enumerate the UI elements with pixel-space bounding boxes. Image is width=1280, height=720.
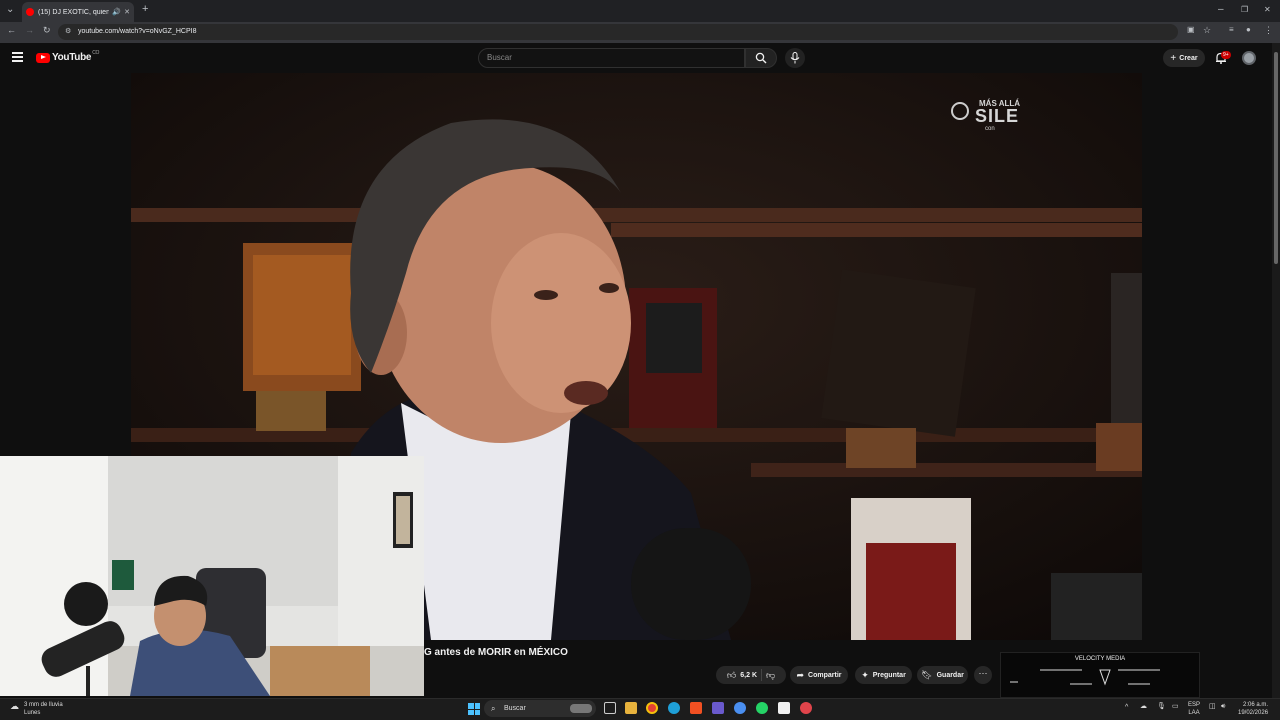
site-info-icon[interactable]: ⚙ [65,24,71,40]
like-divider [761,669,762,681]
search-placeholder: Buscar [487,53,512,62]
new-tab-icon[interactable]: + [142,3,148,15]
windows-start-icon[interactable] [468,703,480,715]
weather-text: 3 mm de lluvia [24,702,63,708]
like-dislike-group: 👍︎ 6,2 K 👎︎ [716,666,786,684]
media-controls-icon[interactable]: ≡ [1229,25,1234,34]
save-label: Guardar [936,671,964,679]
youtube-play-icon [36,52,50,63]
language-indicator[interactable]: ESP LAA [1188,701,1200,717]
back-icon[interactable]: ← [7,25,16,35]
tab-close-icon[interactable]: ✕ [124,8,130,16]
maximize-icon[interactable]: ❐ [1241,5,1248,14]
share-arrow-icon: ➦ [796,669,805,680]
search-button[interactable] [745,48,777,68]
browser-tab[interactable]: (15) DJ EXOTIC, quien está 🔊 ✕ [22,2,134,22]
notes-app-icon[interactable] [778,702,790,714]
keyboard-layout: LAA [1188,710,1200,716]
windows-taskbar [0,698,1280,720]
save-button[interactable]: 🔖︎ Guardar [917,666,968,684]
taskbar-search-icon: ⌕ [491,704,496,713]
search-icon [755,52,767,64]
tab-search-icon[interactable]: ⌄ [6,4,14,15]
clock-time: 2:06 a.m. [1243,702,1269,708]
bookmark-star-icon[interactable]: ☆ [1203,25,1211,36]
video-title: G antes de MORIR en MÉXICO [424,647,568,658]
browser-menu-icon[interactable]: ⋮ [1264,25,1273,36]
youtube-logo[interactable]: YouTube CO [36,49,100,63]
voice-search-button[interactable] [785,48,805,68]
minimize-icon[interactable]: – [1218,4,1224,15]
velocity-media-overlay: VELOCITY MEDIA [1000,652,1208,698]
like-button[interactable]: 👍︎ 6,2 K [727,670,757,681]
like-count: 6,2 K [740,671,757,679]
webcam-overlay [0,456,424,696]
podcast-mic-emblem-icon [951,102,969,120]
share-button[interactable]: ➦ Compartir [790,666,848,684]
sparkle-icon: ✦ [861,669,869,680]
thumbs-up-icon: 👍︎ [726,669,737,680]
task-view-icon[interactable] [604,702,616,714]
dislike-button[interactable]: 👎︎ [766,670,775,681]
tray-network-icon[interactable]: ☁ [1140,703,1147,711]
ask-button[interactable]: ✦ Preguntar [855,666,912,684]
more-actions-icon[interactable]: ··· [974,666,992,684]
microphone-icon [790,52,800,64]
logo-text: YouTube [52,52,92,63]
webcam-frame [0,456,424,696]
recording-app-icon[interactable] [800,702,812,714]
edge-icon[interactable] [668,702,680,714]
thumbs-down-icon: 👎︎ [766,669,776,680]
store-icon[interactable] [690,702,702,714]
wifi-icon[interactable]: ◫ [1209,703,1216,711]
account-avatar[interactable] [1242,51,1256,65]
create-button[interactable]: + Crear [1163,49,1205,67]
search-highlight-image [570,704,592,713]
browser-tab-bar [0,0,1280,22]
whatsapp-icon[interactable] [756,702,768,714]
search-input[interactable]: Buscar [478,48,745,68]
extension-icon[interactable]: ● [1246,25,1251,34]
url-field[interactable]: ⚙ youtube.com/watch?v=oNvGZ_HCPI8 [58,24,1178,40]
weather-widget[interactable]: ☁ 3 mm de lluvia Lunes [8,701,63,717]
tab-title: (15) DJ EXOTIC, quien está [38,8,110,16]
forward-icon[interactable]: → [25,25,34,35]
ask-label: Preguntar [872,671,906,679]
share-label: Compartir [808,671,842,679]
notification-badge: 9+ [1221,51,1231,59]
country-code: CO [92,49,100,56]
file-explorer-icon[interactable] [625,702,637,714]
chrome-icon[interactable] [646,702,658,714]
youtube-favicon-icon [26,8,34,16]
podcast-watermark: MÁS ALLÁ SILE con [951,100,1047,142]
rain-cloud-icon: ☁ [10,701,19,711]
tray-app-icon[interactable]: ▭ [1172,703,1179,711]
clock-date: 19/02/2026 [1238,710,1269,716]
velocity-logo-icon [1010,669,1208,686]
weather-day: Lunes [24,710,41,716]
scrollbar-thumb[interactable] [1274,52,1278,264]
url-text: youtube.com/watch?v=oNvGZ_HCPI8 [78,28,197,35]
settings-gear-icon[interactable] [734,702,746,714]
language-code: ESP [1188,702,1201,708]
speaker-icon[interactable]: 🔊 [112,8,121,16]
reload-icon[interactable]: ↻ [43,25,51,36]
close-window-icon[interactable]: ✕ [1264,5,1271,14]
taskbar-search-label: Buscar [504,705,526,712]
bookmark-icon: 🔖︎ [921,669,933,680]
plus-icon: + [1170,52,1177,64]
watermark-line-3: con [985,126,995,132]
taskbar-search[interactable]: ⌕ Buscar [484,700,596,717]
tray-chevron-icon[interactable]: ^ [1125,704,1128,712]
app-icon[interactable] [712,702,724,714]
hamburger-menu-icon[interactable] [12,52,23,62]
clock[interactable]: 2:06 a.m. 19/02/2026 [1238,701,1268,717]
volume-icon[interactable]: 🔊︎ [1221,703,1225,711]
install-icon[interactable]: ▣ [1187,25,1195,34]
create-label: Crear [1179,54,1198,62]
tray-mic-icon[interactable]: 🎙︎ [1157,703,1166,711]
